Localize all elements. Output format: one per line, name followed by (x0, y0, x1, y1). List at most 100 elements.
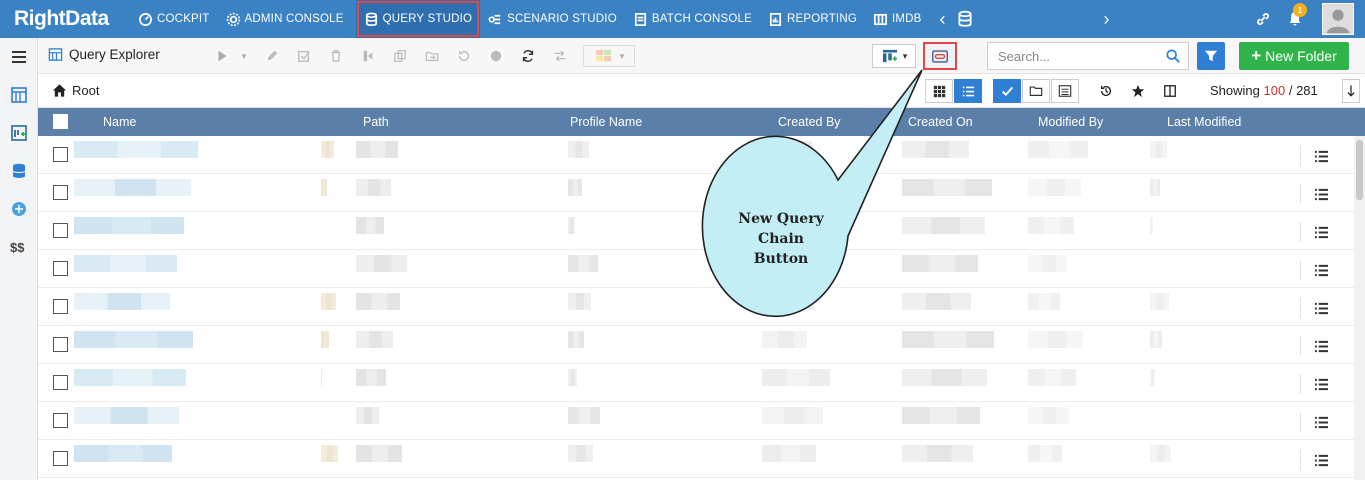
query-filter-button[interactable] (1051, 79, 1079, 103)
row-actions-menu-icon[interactable] (1300, 336, 1342, 356)
split-pane-button[interactable] (1156, 79, 1184, 103)
column-created-by[interactable]: Created By (778, 115, 841, 129)
folder-filter-button[interactable] (1022, 79, 1050, 103)
select-all-toggle[interactable] (993, 79, 1021, 103)
nav-imdb[interactable]: IMDB (865, 0, 930, 38)
row-checkbox[interactable] (53, 375, 68, 390)
run-play-icon[interactable] (212, 46, 232, 66)
nav-scroll-left-icon[interactable]: ‹ (930, 9, 956, 30)
row-checkbox[interactable] (53, 451, 68, 466)
new-query-chain-button[interactable] (923, 42, 957, 70)
row-actions-menu-icon[interactable] (1300, 298, 1342, 318)
run-dropdown-icon[interactable]: ▾ (234, 46, 254, 66)
nav-query-studio[interactable]: QUERY STUDIO (355, 0, 481, 38)
edit-pencil-icon[interactable] (262, 46, 282, 66)
column-last-modified[interactable]: Last Modified (1167, 115, 1241, 129)
nav-admin-console[interactable]: ADMIN CONSOLE (218, 0, 352, 38)
row-actions-menu-icon[interactable] (1300, 374, 1342, 394)
rail-query-chain-icon[interactable] (0, 114, 38, 152)
search-input[interactable]: Search... (987, 42, 1189, 70)
row-actions-menu-icon[interactable] (1300, 222, 1342, 242)
redacted-cell (902, 255, 978, 272)
redacted-cell (74, 217, 184, 234)
plus-icon: + (1251, 46, 1262, 65)
column-path[interactable]: Path (363, 115, 389, 129)
top-navigation-bar: RightData COCKPIT ADMIN CONSOLE QUERY ST… (0, 0, 1365, 38)
folder-icon (1029, 86, 1043, 96)
rail-datasource-icon[interactable] (0, 152, 38, 190)
tile-view-button[interactable] (925, 79, 953, 103)
new-folder-button[interactable]: + New Folder (1239, 42, 1349, 70)
table-row[interactable] (38, 326, 1365, 364)
row-actions-menu-icon[interactable] (1300, 412, 1342, 432)
scrollbar-thumb[interactable] (1356, 140, 1363, 200)
nav-scenario-studio-label: SCENARIO STUDIO (507, 13, 617, 25)
nav-scroll-right-icon[interactable]: › (1094, 9, 1120, 30)
table-row[interactable] (38, 250, 1365, 288)
row-checkbox[interactable] (53, 223, 68, 238)
delete-trash-icon[interactable] (326, 46, 346, 66)
nav-reporting[interactable]: REPORTING (760, 0, 865, 38)
column-name[interactable]: Name (103, 115, 136, 129)
redacted-cell (1150, 217, 1153, 234)
refresh-icon[interactable] (518, 46, 538, 66)
redacted-cell (762, 369, 830, 386)
transfer-arrows-icon[interactable] (550, 46, 570, 66)
imdb-icon (874, 13, 887, 25)
redacted-cell (902, 293, 971, 310)
breadcrumb[interactable]: Root (52, 83, 99, 98)
table-row[interactable] (38, 212, 1365, 250)
split-columns-icon (1164, 85, 1176, 97)
rail-query-explorer-icon[interactable] (0, 76, 38, 114)
table-row[interactable] (38, 402, 1365, 440)
table-row[interactable] (38, 174, 1365, 212)
view-layout-dropdown[interactable]: ▾ (872, 44, 916, 68)
row-checkbox[interactable] (53, 299, 68, 314)
row-checkbox[interactable] (53, 413, 68, 428)
nav-cockpit[interactable]: COCKPIT (130, 0, 218, 38)
svg-text:$$: $$ (10, 240, 25, 255)
link-icon[interactable] (1255, 11, 1271, 27)
callout-line-2: Chain (758, 231, 804, 247)
row-checkbox[interactable] (53, 261, 68, 276)
color-tag-dropdown[interactable]: ▾ (583, 45, 635, 67)
filter-button[interactable] (1197, 42, 1225, 70)
stack-database-icon[interactable] (956, 10, 974, 28)
globe-icon[interactable] (486, 46, 506, 66)
column-modified-by[interactable]: Modified By (1038, 115, 1103, 129)
list-view-button[interactable] (954, 79, 982, 103)
edit-check-icon[interactable] (294, 46, 314, 66)
select-all-checkbox[interactable] (53, 114, 68, 129)
row-actions-menu-icon[interactable] (1300, 184, 1342, 204)
hamburger-menu-icon[interactable] (0, 38, 38, 76)
table-row[interactable] (38, 440, 1365, 478)
move-folder-icon[interactable] (422, 46, 442, 66)
row-checkbox[interactable] (53, 337, 68, 352)
history-icon[interactable] (454, 46, 474, 66)
query-explorer-toolbar: Query Explorer ▾ ▾ ▾ Search... + New Fol… (38, 38, 1365, 74)
column-created-on[interactable]: Created On (908, 115, 973, 129)
row-actions-menu-icon[interactable] (1300, 260, 1342, 280)
row-actions-menu-icon[interactable] (1300, 450, 1342, 470)
table-row[interactable] (38, 364, 1365, 402)
row-actions-menu-icon[interactable] (1300, 146, 1342, 166)
row-checkbox[interactable] (53, 185, 68, 200)
share-icon[interactable] (358, 46, 378, 66)
row-checkbox[interactable] (53, 147, 68, 162)
redacted-cell (321, 293, 336, 310)
column-profile-name[interactable]: Profile Name (570, 115, 642, 129)
sort-direction-button[interactable] (1342, 79, 1360, 103)
favorites-button[interactable] (1124, 79, 1152, 103)
rail-connection-icon[interactable] (0, 190, 38, 228)
table-row[interactable] (38, 136, 1365, 174)
user-avatar[interactable] (1322, 3, 1354, 35)
nav-scenario-studio[interactable]: SCENARIO STUDIO (480, 0, 625, 38)
redacted-cell (902, 407, 980, 424)
table-row[interactable] (38, 288, 1365, 326)
nav-batch-console[interactable]: BATCH CONSOLE (625, 0, 760, 38)
redacted-cell (568, 331, 584, 348)
copy-icon[interactable] (390, 46, 410, 66)
recent-history-button[interactable] (1092, 79, 1120, 103)
search-icon[interactable] (1166, 49, 1180, 63)
rail-cost-icon[interactable]: $$ (0, 228, 38, 266)
